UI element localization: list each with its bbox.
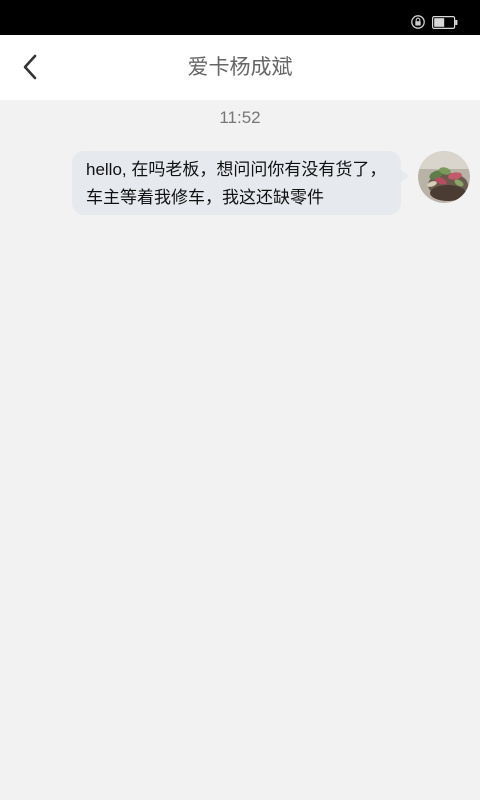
- back-button[interactable]: [10, 47, 50, 87]
- status-bar: [0, 0, 480, 35]
- chevron-left-icon: [23, 54, 37, 80]
- avatar[interactable]: [418, 151, 470, 203]
- nav-bar: 爱卡杨成斌: [0, 35, 480, 100]
- page-title: 爱卡杨成斌: [187, 55, 293, 79]
- user-avatar-plant-photo: [418, 151, 470, 203]
- lock-icon: [411, 15, 425, 29]
- bubble-tail: [400, 169, 409, 183]
- message-timestamp: 11:52: [219, 108, 261, 127]
- message-bubble[interactable]: hello, 在吗老板，想问问你有没有货了，车主等着我修车，我这还缺零件: [72, 151, 409, 215]
- chat-area[interactable]: 11:52 hello, 在吗老板，想问问你有没有货了，车主等着我修车，我这还缺…: [0, 100, 480, 800]
- battery-icon: [432, 16, 458, 29]
- message-row: hello, 在吗老板，想问问你有没有货了，车主等着我修车，我这还缺零件: [72, 151, 470, 215]
- message-text: hello, 在吗老板，想问问你有没有货了，车主等着我修车，我这还缺零件: [86, 160, 387, 207]
